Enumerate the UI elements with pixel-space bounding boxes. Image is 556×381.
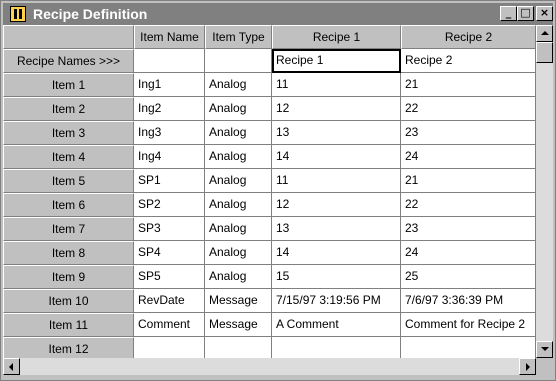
row-header[interactable]: Item 11 [3, 313, 134, 337]
row-header[interactable]: Item 4 [3, 145, 134, 169]
recipe-definition-window: Recipe Definition _ □ × Item Name Item Ty… [0, 0, 556, 381]
grid-cell[interactable]: 22 [401, 193, 536, 217]
minimize-button[interactable]: _ [500, 6, 517, 21]
close-button[interactable]: × [536, 6, 553, 21]
item-name-header[interactable]: Item Name [134, 25, 205, 49]
grid-cell[interactable]: 12 [272, 193, 401, 217]
right-arrow-icon [526, 363, 530, 371]
app-icon [10, 6, 26, 22]
grid-cell[interactable]: 24 [401, 241, 536, 265]
row-header[interactable]: Item 3 [3, 121, 134, 145]
row-header[interactable]: Item 1 [3, 73, 134, 97]
grid-cell[interactable]: 12 [272, 97, 401, 121]
row-header[interactable]: Item 10 [3, 289, 134, 313]
item-type-header[interactable]: Item Type [205, 25, 272, 49]
grid-cell[interactable]: Analog [205, 121, 272, 145]
vertical-scroll-thumb[interactable] [536, 42, 553, 63]
grid-cell[interactable]: Ing1 [134, 73, 205, 97]
grid-cell[interactable]: 15 [272, 265, 401, 289]
grid-cell[interactable] [401, 337, 536, 358]
vertical-scrollbar[interactable] [536, 25, 553, 358]
grid-cell[interactable]: Analog [205, 169, 272, 193]
grid-cell[interactable]: Ing3 [134, 121, 205, 145]
scroll-down-button[interactable] [536, 341, 553, 358]
down-arrow-icon [541, 347, 549, 351]
corner-header[interactable] [3, 25, 134, 49]
grid-cell[interactable]: RevDate [134, 289, 205, 313]
grid-cell[interactable]: SP1 [134, 169, 205, 193]
horizontal-scrollbar[interactable] [3, 358, 536, 375]
grid-cell[interactable]: Analog [205, 97, 272, 121]
grid-cell[interactable]: 7/6/97 3:36:39 PM [401, 289, 536, 313]
grid-cell[interactable]: Analog [205, 145, 272, 169]
recipe-names-row-header[interactable]: Recipe Names >>> [3, 49, 134, 73]
grid-cell[interactable]: Analog [205, 193, 272, 217]
up-arrow-icon [541, 31, 549, 35]
recipe-name-cell[interactable]: Recipe 1 [272, 49, 401, 73]
grid-cell[interactable]: 13 [272, 121, 401, 145]
grid-cell[interactable] [272, 337, 401, 358]
grid-cell[interactable]: 11 [272, 73, 401, 97]
row-header[interactable]: Item 7 [3, 217, 134, 241]
scroll-up-button[interactable] [536, 25, 553, 42]
left-arrow-icon [9, 363, 13, 371]
grid-cell[interactable]: Message [205, 313, 272, 337]
row-header[interactable]: Item 6 [3, 193, 134, 217]
grid-cell[interactable]: Message [205, 289, 272, 313]
row-header[interactable]: Item 9 [3, 265, 134, 289]
grid-cell[interactable] [134, 337, 205, 358]
grid-cell[interactable]: 14 [272, 241, 401, 265]
grid-cell[interactable]: Ing4 [134, 145, 205, 169]
grid-cell[interactable]: 24 [401, 145, 536, 169]
grid-cell[interactable]: Comment for Recipe 2 [401, 313, 536, 337]
recipe-name-cell[interactable] [205, 49, 272, 73]
recipe-1-header[interactable]: Recipe 1 [272, 25, 401, 49]
row-header[interactable]: Item 12 [3, 337, 134, 358]
grid-cell[interactable]: A Comment [272, 313, 401, 337]
grid-cell[interactable]: Comment [134, 313, 205, 337]
grid-cell[interactable]: SP3 [134, 217, 205, 241]
scroll-corner [536, 358, 553, 375]
row-header[interactable]: Item 2 [3, 97, 134, 121]
recipe-grid[interactable]: Item Name Item Type Recipe 1 Recipe 2 Recipe… [3, 25, 536, 358]
grid-cell[interactable]: Analog [205, 73, 272, 97]
grid-cell[interactable]: 11 [272, 169, 401, 193]
grid-cell[interactable]: Analog [205, 265, 272, 289]
recipe-2-header[interactable]: Recipe 2 [401, 25, 536, 49]
grid-cell[interactable]: 22 [401, 97, 536, 121]
grid-cell[interactable]: 21 [401, 169, 536, 193]
grid-cell[interactable]: Analog [205, 217, 272, 241]
row-header[interactable]: Item 5 [3, 169, 134, 193]
maximize-button[interactable]: □ [517, 6, 534, 21]
grid-cell[interactable]: SP4 [134, 241, 205, 265]
scroll-left-button[interactable] [3, 358, 20, 375]
grid-cell[interactable]: Ing2 [134, 97, 205, 121]
grid-cell[interactable]: 23 [401, 121, 536, 145]
grid-cell[interactable]: 23 [401, 217, 536, 241]
window-title: Recipe Definition [33, 6, 148, 22]
title-bar[interactable]: Recipe Definition _ □ × [3, 3, 553, 25]
grid-cell[interactable] [205, 337, 272, 358]
grid-cell[interactable]: 25 [401, 265, 536, 289]
grid-cell[interactable]: Analog [205, 241, 272, 265]
grid-cell[interactable]: SP5 [134, 265, 205, 289]
grid-cell[interactable]: SP2 [134, 193, 205, 217]
grid-cell[interactable]: 21 [401, 73, 536, 97]
grid-cell[interactable]: 14 [272, 145, 401, 169]
recipe-name-cell[interactable] [134, 49, 205, 73]
grid-cell[interactable]: 13 [272, 217, 401, 241]
row-header[interactable]: Item 8 [3, 241, 134, 265]
scroll-right-button[interactable] [519, 358, 536, 375]
grid-cell[interactable]: 7/15/97 3:19:56 PM [272, 289, 401, 313]
recipe-name-cell[interactable]: Recipe 2 [401, 49, 536, 73]
